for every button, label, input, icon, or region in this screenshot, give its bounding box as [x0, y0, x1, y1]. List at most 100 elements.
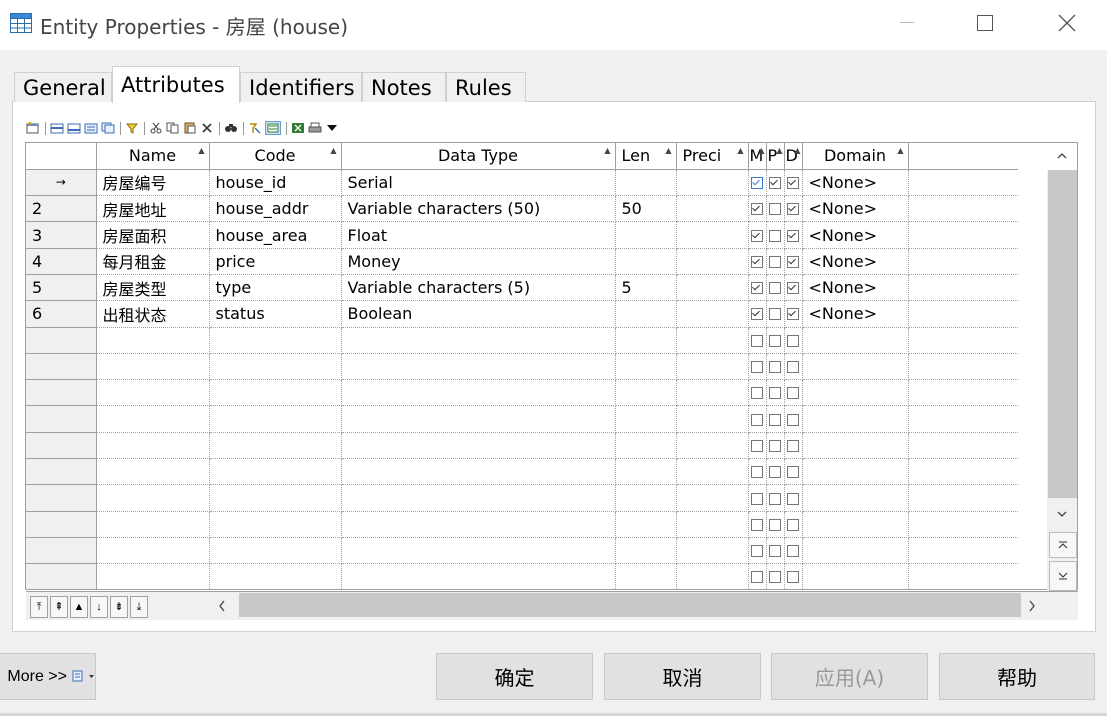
- checkbox[interactable]: [751, 492, 763, 505]
- checkbox[interactable]: [751, 308, 763, 321]
- tab-notes[interactable]: Notes: [362, 72, 446, 102]
- cell-displayed[interactable]: [784, 248, 803, 275]
- cell-data-type[interactable]: [341, 405, 616, 433]
- row-header[interactable]: [26, 405, 97, 433]
- row-header[interactable]: 2: [26, 195, 97, 223]
- checkbox[interactable]: [769, 361, 781, 374]
- cell-mandatory[interactable]: [748, 563, 767, 589]
- cell-mandatory[interactable]: [748, 327, 767, 354]
- apply-button[interactable]: 应用(A): [771, 653, 928, 700]
- empty-row[interactable]: [26, 511, 1018, 538]
- cell-precision[interactable]: [676, 563, 749, 589]
- cell-precision[interactable]: [676, 274, 749, 302]
- cell-data-type[interactable]: Serial: [341, 169, 616, 197]
- cell-displayed[interactable]: [784, 432, 803, 460]
- filter-grid-icon[interactable]: [265, 121, 281, 135]
- cell-primary[interactable]: [766, 248, 785, 275]
- help-button[interactable]: 帮助: [939, 653, 1095, 700]
- checkbox[interactable]: [751, 255, 763, 268]
- cell-data-type[interactable]: [341, 484, 616, 512]
- copy-icon[interactable]: [166, 122, 180, 134]
- cell-data-type[interactable]: Boolean: [341, 300, 616, 328]
- checkbox[interactable]: [787, 229, 799, 242]
- cell-data-type[interactable]: [341, 327, 616, 354]
- checkbox[interactable]: [769, 439, 781, 452]
- cell-name[interactable]: [96, 405, 210, 433]
- cell-precision[interactable]: [676, 484, 749, 512]
- cell-domain[interactable]: [802, 432, 909, 460]
- cell-precision[interactable]: [676, 432, 749, 460]
- checkbox[interactable]: [769, 229, 781, 242]
- checkbox[interactable]: [751, 361, 763, 374]
- cell-displayed[interactable]: [784, 511, 803, 538]
- row-header[interactable]: 3: [26, 221, 97, 249]
- cell-precision[interactable]: [676, 458, 749, 486]
- cell-precision[interactable]: [676, 379, 749, 407]
- vertical-scroll-thumb[interactable]: [1048, 170, 1077, 498]
- cell-mandatory[interactable]: [748, 195, 767, 223]
- column-header-code[interactable]: Code ▲: [209, 143, 342, 170]
- cell-precision[interactable]: [676, 221, 749, 249]
- cell-length[interactable]: [615, 248, 677, 275]
- cell-length[interactable]: [615, 379, 677, 407]
- checkbox[interactable]: [787, 413, 799, 426]
- cell-data-type[interactable]: Variable characters (50): [341, 195, 616, 223]
- column-header-primary[interactable]: P ▲: [766, 143, 785, 170]
- cell-length[interactable]: [615, 537, 677, 565]
- row-header[interactable]: 5: [26, 274, 97, 302]
- move-page-down-button[interactable]: ⇟: [110, 596, 128, 618]
- checkbox[interactable]: [769, 413, 781, 426]
- cell-displayed[interactable]: [784, 563, 803, 589]
- checkbox[interactable]: [787, 387, 799, 400]
- cell-mandatory[interactable]: [748, 169, 767, 197]
- cell-length[interactable]: [615, 300, 677, 328]
- cell-primary[interactable]: [766, 379, 785, 407]
- cell-primary[interactable]: [766, 300, 785, 328]
- cell-data-type[interactable]: Float: [341, 221, 616, 249]
- checkbox[interactable]: [787, 282, 799, 295]
- checkbox[interactable]: [751, 439, 763, 452]
- delete-icon[interactable]: [200, 122, 214, 134]
- checkbox[interactable]: [769, 545, 781, 558]
- checkbox[interactable]: [769, 387, 781, 400]
- cell-primary[interactable]: [766, 169, 785, 197]
- row-header[interactable]: [26, 563, 97, 589]
- cell-precision[interactable]: [676, 353, 749, 381]
- properties-icon[interactable]: [26, 122, 40, 134]
- cell-primary[interactable]: [766, 195, 785, 223]
- empty-row[interactable]: [26, 537, 1018, 565]
- cell-mandatory[interactable]: [748, 405, 767, 433]
- row-header[interactable]: [26, 484, 97, 512]
- cell-name[interactable]: [96, 432, 210, 460]
- cell-precision[interactable]: [676, 327, 749, 354]
- column-header-length[interactable]: Len ▲: [615, 143, 677, 170]
- cell-code[interactable]: [209, 405, 342, 433]
- cell-data-type[interactable]: Money: [341, 248, 616, 275]
- cell-primary[interactable]: [766, 432, 785, 460]
- table-row[interactable]: 5 房屋类型 type Variable characters (5) 5 <None>: [26, 274, 1018, 302]
- checkbox[interactable]: [769, 308, 781, 321]
- column-header-displayed[interactable]: D ▲: [784, 143, 803, 170]
- cell-mandatory[interactable]: [748, 248, 767, 275]
- cell-code[interactable]: [209, 484, 342, 512]
- cell-mandatory[interactable]: [748, 300, 767, 328]
- cell-name[interactable]: 房屋编号: [96, 169, 210, 197]
- row-header[interactable]: [26, 353, 97, 381]
- checkbox[interactable]: [769, 466, 781, 479]
- checkbox[interactable]: [787, 518, 799, 531]
- cell-code[interactable]: type: [209, 274, 342, 302]
- maximize-button[interactable]: [958, 0, 1012, 46]
- cell-code[interactable]: status: [209, 300, 342, 328]
- cell-data-type[interactable]: [341, 458, 616, 486]
- reuse-attributes-icon[interactable]: [101, 122, 115, 134]
- cell-length[interactable]: 50: [615, 195, 677, 223]
- checkbox[interactable]: [751, 203, 763, 216]
- cell-displayed[interactable]: [784, 353, 803, 381]
- table-row[interactable]: 4 每月租金 price Money <None>: [26, 248, 1018, 275]
- cell-name[interactable]: [96, 458, 210, 486]
- cell-displayed[interactable]: [784, 484, 803, 512]
- cell-primary[interactable]: [766, 221, 785, 249]
- cell-mandatory[interactable]: [748, 458, 767, 486]
- checkbox[interactable]: [769, 492, 781, 505]
- cell-primary[interactable]: [766, 537, 785, 565]
